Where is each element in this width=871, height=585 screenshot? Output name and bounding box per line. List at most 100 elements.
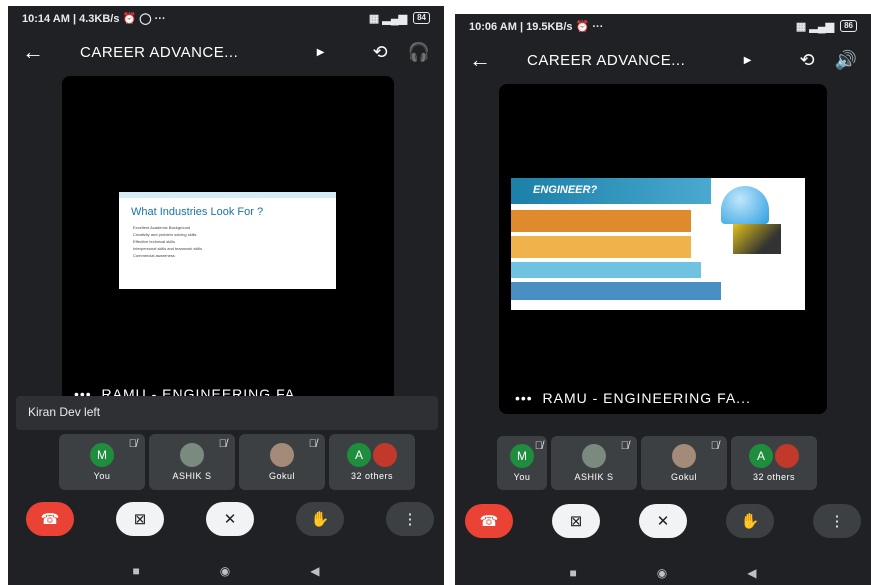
- signal-icon: ▦ ▂▄▆: [795, 20, 835, 33]
- mic-off-icon: 🎙̸: [218, 438, 227, 450]
- slide-band: [511, 282, 721, 300]
- meeting-title[interactable]: CAREER ADVANCE...: [62, 44, 317, 61]
- presenter-label: RAMU - ENGINEERING FA...: [542, 390, 751, 406]
- slide-bullet: Excellent Academic Background: [133, 225, 191, 230]
- avatar: [672, 444, 696, 468]
- more-vert-icon[interactable]: ⋮: [813, 504, 861, 538]
- participant-tile[interactable]: 🎙̸ M You: [59, 434, 145, 490]
- participant-name: Gokul: [268, 471, 295, 481]
- meeting-header: ← CAREER ADVANCE... ▶ ⟲ 🎧: [8, 32, 444, 72]
- mic-off-icon[interactable]: ✕: [206, 502, 254, 536]
- participant-tile[interactable]: 🎙̸ ASHIK S: [551, 436, 637, 490]
- avatar: [775, 444, 799, 468]
- participant-tile-others[interactable]: A 32 others: [329, 434, 415, 490]
- camera-off-icon[interactable]: ⊠: [552, 504, 600, 538]
- phone-screen-right: 10:06 AM | 19.5KB/s ⏰ ··· ▦ ▂▄▆ 86 ← CARE…: [455, 14, 871, 585]
- shared-slide: What Industries Look For ? Excellent Aca…: [119, 192, 336, 289]
- avatar: M: [90, 443, 114, 467]
- slide-bullet: Effective technical skills: [133, 239, 175, 244]
- participant-name: Gokul: [670, 472, 697, 482]
- participant-left-toast: Kiran Dev left: [16, 396, 438, 430]
- back-nav-icon[interactable]: ◀: [747, 566, 756, 580]
- recents-icon[interactable]: ■: [133, 564, 140, 578]
- participant-strip: 🎙̸ M You 🎙̸ ASHIK S 🎙̸ Gokul A 32 others: [497, 436, 817, 490]
- raise-hand-icon[interactable]: ✋: [296, 502, 344, 536]
- mic-off-icon: 🎙̸: [620, 440, 629, 452]
- presentation-stage: What Industries Look For ? Excellent Aca…: [62, 76, 394, 406]
- battery-icon: 86: [840, 20, 857, 32]
- back-arrow-icon[interactable]: ←: [469, 47, 509, 73]
- status-icons: ⏰ ◯ ···: [122, 12, 166, 25]
- mic-off-icon: 🎙̸: [534, 440, 543, 452]
- android-nav-bar: ■ ◉ ◀: [8, 564, 444, 578]
- participant-tile[interactable]: 🎙̸ Gokul: [641, 436, 727, 490]
- headphones-icon[interactable]: 🎧: [408, 42, 430, 63]
- raise-hand-icon[interactable]: ✋: [726, 504, 774, 538]
- shared-slide: ENGINEER?: [511, 178, 805, 310]
- switch-camera-icon[interactable]: ⟲: [799, 50, 814, 71]
- participant-name: 32 others: [350, 471, 394, 481]
- more-dots-icon[interactable]: •••: [515, 390, 533, 406]
- mic-off-icon[interactable]: ✕: [639, 504, 687, 538]
- hard-hat-image: [721, 186, 769, 224]
- end-call-icon[interactable]: ☎: [465, 504, 513, 538]
- phone-screen-left: 10:14 AM | 4.3KB/s ⏰ ◯ ··· ▦ ▂▄▆ 84 ← CAR…: [8, 6, 444, 585]
- slide-band: [511, 262, 701, 278]
- back-arrow-icon[interactable]: ←: [22, 39, 62, 65]
- android-nav-bar: ■ ◉ ◀: [455, 566, 871, 580]
- camera-off-icon[interactable]: ⊠: [116, 502, 164, 536]
- meeting-details-caret-icon[interactable]: ▶: [744, 55, 752, 66]
- avatar: A: [749, 444, 773, 468]
- status-time: 10:14 AM | 4.3KB/s: [22, 12, 120, 25]
- participant-strip: 🎙̸ M You 🎙̸ ASHIK S 🎙̸ Gokul A 32 others: [59, 434, 415, 490]
- meeting-title[interactable]: CAREER ADVANCE...: [509, 52, 744, 69]
- status-bar: 10:06 AM | 19.5KB/s ⏰ ··· ▦ ▂▄▆ 86: [455, 14, 871, 38]
- avatar: [373, 443, 397, 467]
- meeting-header: ← CAREER ADVANCE... ▶ ⟲ 🔊: [455, 40, 871, 80]
- avatar: A: [347, 443, 371, 467]
- participant-tile[interactable]: 🎙̸ ASHIK S: [149, 434, 235, 490]
- presenter-name: ••• RAMU - ENGINEERING FA...: [515, 390, 751, 406]
- status-bar: 10:14 AM | 4.3KB/s ⏰ ◯ ··· ▦ ▂▄▆ 84: [8, 6, 444, 30]
- recents-icon[interactable]: ■: [570, 566, 577, 580]
- meeting-details-caret-icon[interactable]: ▶: [317, 47, 325, 58]
- back-nav-icon[interactable]: ◀: [310, 564, 319, 578]
- switch-camera-icon[interactable]: ⟲: [372, 42, 387, 63]
- slide-title: What Industries Look For ?: [131, 206, 264, 218]
- avatar: [270, 443, 294, 467]
- slide-bullet: Commercial awareness: [133, 253, 175, 258]
- participant-tile-others[interactable]: A 32 others: [731, 436, 817, 490]
- call-controls: ☎ ⊠ ✕ ✋ ⋮: [22, 502, 438, 536]
- mic-off-icon: 🎙̸: [710, 440, 719, 452]
- participant-name: ASHIK S: [574, 472, 614, 482]
- mic-off-icon: 🎙̸: [308, 438, 317, 450]
- slide-band: [511, 210, 691, 232]
- end-call-icon[interactable]: ☎: [26, 502, 74, 536]
- home-icon[interactable]: ◉: [220, 564, 230, 578]
- avatar: [582, 444, 606, 468]
- status-time: 10:06 AM | 19.5KB/s: [469, 20, 573, 33]
- slide-band: [511, 236, 691, 258]
- tools-image: [733, 224, 781, 254]
- participant-name: You: [513, 472, 531, 482]
- call-controls: ☎ ⊠ ✕ ✋ ⋮: [461, 504, 865, 538]
- more-vert-icon[interactable]: ⋮: [386, 502, 434, 536]
- presentation-stage: ENGINEER?: [499, 84, 827, 414]
- home-icon[interactable]: ◉: [657, 566, 667, 580]
- signal-icon: ▦ ▂▄▆: [368, 12, 408, 25]
- slide-bullets: Excellent Academic Background Creativity…: [133, 224, 202, 259]
- battery-icon: 84: [413, 12, 430, 24]
- participant-tile[interactable]: 🎙̸ Gokul: [239, 434, 325, 490]
- participant-name: 32 others: [752, 472, 796, 482]
- avatar: M: [510, 444, 534, 468]
- mic-off-icon: 🎙̸: [128, 438, 137, 450]
- slide-bullet: Creativity and problem solving skills: [133, 232, 197, 237]
- participant-tile[interactable]: 🎙̸ M You: [497, 436, 547, 490]
- participant-name: ASHIK S: [172, 471, 212, 481]
- participant-name: You: [93, 471, 111, 481]
- avatar: [180, 443, 204, 467]
- slide-bullet: Interpersonal skills and teamwork skills: [133, 246, 203, 251]
- status-icons: ⏰ ···: [575, 20, 604, 33]
- slide-title: ENGINEER?: [533, 184, 598, 196]
- speaker-icon[interactable]: 🔊: [835, 50, 857, 71]
